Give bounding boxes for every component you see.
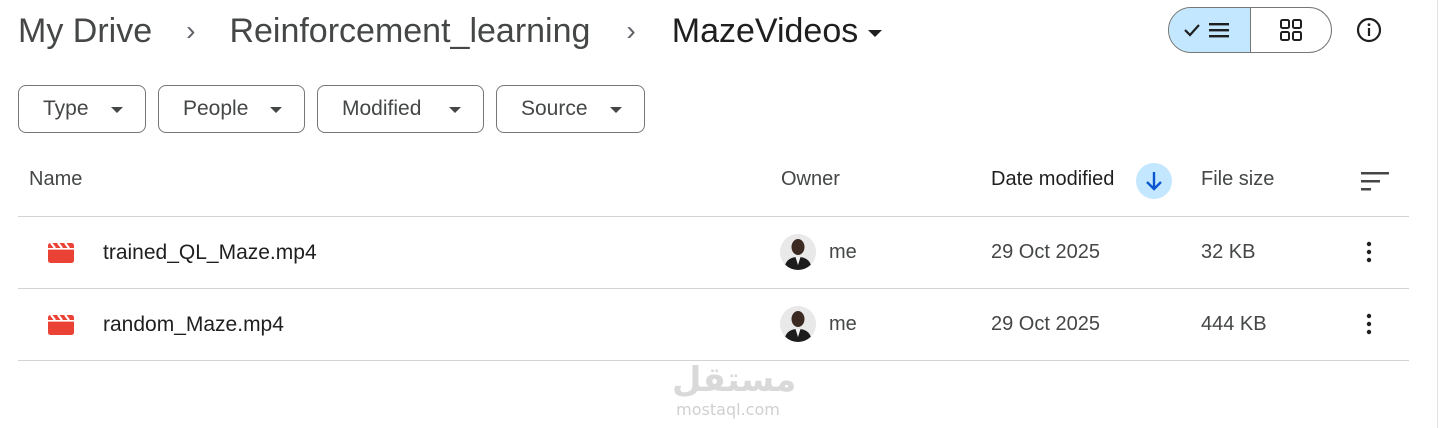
details-button[interactable] [1353,14,1385,46]
filter-modified[interactable]: Modified [317,85,484,133]
sort-icon [1361,172,1389,191]
more-vert-icon [1366,241,1372,263]
file-size: 444 KB [1201,313,1267,335]
avatar [780,306,816,342]
chevron-down-icon [111,107,123,113]
filter-source[interactable]: Source [496,85,645,133]
column-header-file-size: File size [1201,168,1275,190]
table-row[interactable]: random_Maze.mp4 me 29 Oct 2025 444 KB [18,289,1409,360]
breadcrumb-reinforcement-learning[interactable]: Reinforcement_learning [229,12,590,51]
filter-modified-label: Modified [342,97,422,120]
filter-people[interactable]: People [158,85,305,133]
arrow-down-icon [1146,172,1162,191]
column-header-name[interactable]: Name [29,168,82,191]
grid-view-icon [1279,19,1302,41]
breadcrumb-separator: › [186,15,196,46]
video-file-icon [48,315,74,335]
column-header-date-modified[interactable]: Date modified [991,168,1114,191]
table-row[interactable]: trained_QL_Maze.mp4 me 29 Oct 2025 32 KB [18,217,1409,288]
chevron-down-icon [270,107,282,113]
more-actions-button[interactable] [1352,235,1386,269]
more-actions-button[interactable] [1352,307,1386,341]
filter-people-label: People [183,97,249,120]
avatar [780,234,816,270]
date-modified: 29 Oct 2025 [991,241,1100,263]
breadcrumb-my-drive[interactable]: My Drive [18,12,152,51]
breadcrumb-separator: › [626,15,636,46]
file-name[interactable]: random_Maze.mp4 [103,313,284,337]
info-icon [1356,17,1382,43]
sort-direction-button[interactable] [1136,163,1172,199]
breadcrumb: My Drive › Reinforcement_learning › Maze… [18,8,883,54]
view-toggle [1168,7,1332,53]
list-view-icon [1184,23,1230,38]
chevron-down-icon [610,107,622,113]
page-scrollbar-edge [1437,0,1456,428]
filter-source-label: Source [521,97,588,120]
file-size: 32 KB [1201,241,1256,263]
video-file-icon [48,243,74,263]
filter-type[interactable]: Type [18,85,146,133]
sort-options-button[interactable] [1355,165,1395,197]
folder-menu-caret-icon[interactable] [868,29,883,37]
watermark-logo: مستقل [672,360,797,400]
filter-type-label: Type [43,97,89,120]
grid-view-button[interactable] [1251,8,1332,52]
column-header-owner: Owner [781,168,840,190]
file-name[interactable]: trained_QL_Maze.mp4 [103,241,317,265]
breadcrumb-current-folder[interactable]: MazeVideos [672,12,859,51]
list-view-button[interactable] [1169,8,1251,52]
more-vert-icon [1366,313,1372,335]
chevron-down-icon [449,107,461,113]
watermark-url: mostaql.com [676,400,780,419]
date-modified: 29 Oct 2025 [991,313,1100,335]
owner-name: me [829,241,857,263]
owner-name: me [829,313,857,335]
